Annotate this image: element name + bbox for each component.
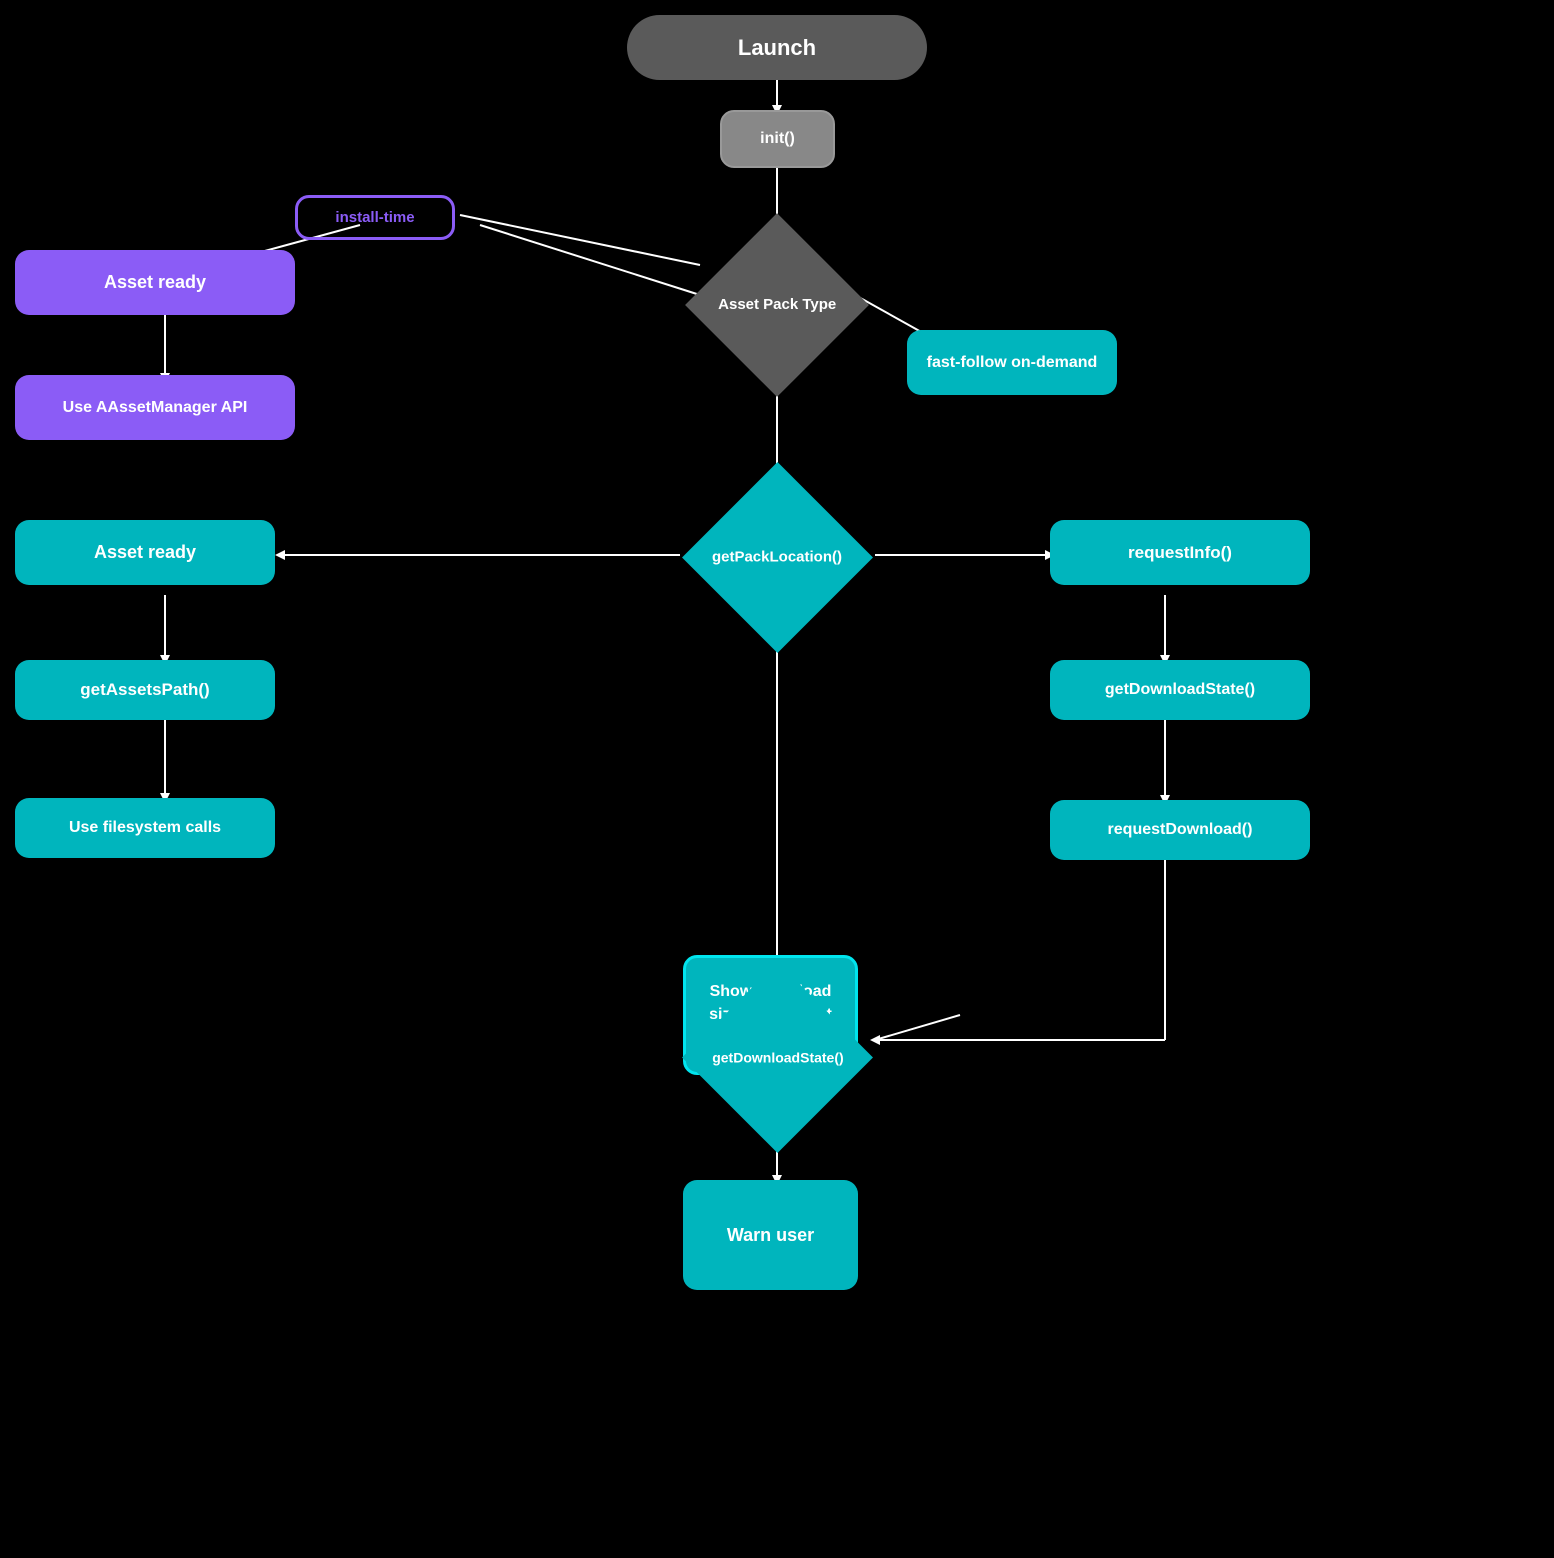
- launch-label: Launch: [738, 35, 816, 61]
- use-filesystem-calls-node: Use filesystem calls: [15, 798, 275, 858]
- asset-pack-type-diamond: Asset Pack Type: [642, 230, 912, 380]
- get-pack-location-label: getPackLocation(): [712, 548, 842, 568]
- get-download-state-center-diamond: getDownloadState(): [642, 980, 912, 1135]
- install-time-label: install-time: [335, 209, 414, 226]
- asset-ready-purple-top-label: Asset ready: [104, 272, 206, 293]
- request-info-node: requestInfo(): [1050, 520, 1310, 585]
- fast-follow-label: fast-follow on-demand: [927, 354, 1098, 372]
- fast-follow-node: fast-follow on-demand: [907, 330, 1117, 395]
- get-assets-path-label: getAssetsPath(): [80, 680, 209, 700]
- get-download-state-right-node: getDownloadState(): [1050, 660, 1310, 720]
- warn-user-label: Warn user: [727, 1225, 814, 1246]
- use-aasset-manager-label: Use AAssetManager API: [63, 399, 248, 417]
- get-download-state-center-label: getDownloadState(): [711, 1048, 842, 1066]
- use-aasset-manager-node: Use AAssetManager API: [15, 375, 295, 440]
- get-pack-location-diamond: getPackLocation(): [642, 480, 912, 635]
- launch-node: Launch: [627, 15, 927, 80]
- asset-ready-teal-label: Asset ready: [94, 542, 196, 563]
- asset-pack-type-label: Asset Pack Type: [718, 295, 836, 315]
- request-info-label: requestInfo(): [1128, 543, 1232, 563]
- init-label: init(): [760, 130, 795, 148]
- request-download-label: requestDownload(): [1108, 821, 1253, 839]
- warn-user-node: Warn user: [683, 1180, 858, 1290]
- install-time-node: install-time: [295, 195, 455, 240]
- asset-ready-teal: Asset ready: [15, 520, 275, 585]
- get-download-state-right-label: getDownloadState(): [1105, 681, 1255, 699]
- get-assets-path-node: getAssetsPath(): [15, 660, 275, 720]
- request-download-node: requestDownload(): [1050, 800, 1310, 860]
- use-filesystem-calls-label: Use filesystem calls: [69, 819, 221, 837]
- init-node: init(): [720, 110, 835, 168]
- asset-ready-purple-top: Asset ready: [15, 250, 295, 315]
